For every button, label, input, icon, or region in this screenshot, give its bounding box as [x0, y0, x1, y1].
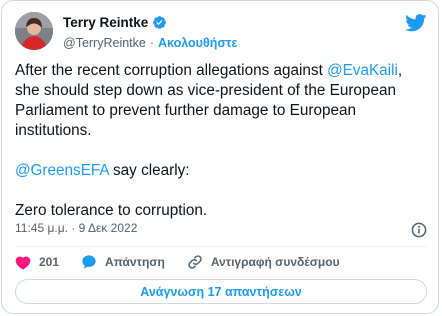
heart-icon	[15, 255, 31, 270]
tweet-header: Terry Reintke @TerryReintke · Ακολουθήστ…	[15, 12, 427, 52]
tweet-meta: 11:45 μ.μ. · 9 Δεκ 2022	[15, 221, 427, 239]
divider	[15, 246, 427, 247]
tweet-timestamp[interactable]: 11:45 μ.μ. · 9 Δεκ 2022	[15, 221, 137, 235]
copy-link-label: Αντιγραφή συνδέσμου	[210, 255, 340, 269]
read-replies-button[interactable]: Ανάγνωση 17 απαντήσεων	[15, 279, 427, 304]
verified-badge-icon	[152, 15, 167, 30]
action-bar: 201 Απάντηση Αντιγραφή συνδέσμου	[15, 253, 427, 271]
info-icon[interactable]	[411, 222, 427, 238]
text-segment: Zero tolerance to corruption.	[15, 202, 208, 219]
avatar[interactable]	[15, 12, 53, 50]
reply-button[interactable]: Απάντηση	[81, 254, 165, 270]
follow-link[interactable]: Ακολουθήστε	[158, 36, 237, 50]
reply-label: Απάντηση	[105, 255, 165, 269]
separator-dot: ·	[149, 36, 155, 50]
twitter-bird-icon[interactable]	[405, 14, 427, 32]
tweet-text: After the recent corruption allegations …	[15, 61, 429, 221]
mention-link[interactable]: @GreensEFA	[15, 162, 109, 179]
author-name[interactable]: Terry Reintke	[63, 15, 148, 30]
text-segment: say clearly:	[108, 162, 190, 179]
read-replies-label: Ανάγνωση 17 απαντήσεων	[140, 284, 302, 299]
mention-link[interactable]: @EvaKaili	[327, 62, 398, 79]
tweet-card: Terry Reintke @TerryReintke · Ακολουθήστ…	[1, 0, 439, 314]
like-button[interactable]: 201	[15, 255, 59, 270]
reply-bubble-icon	[82, 255, 96, 269]
author-info: Terry Reintke @TerryReintke · Ακολουθήστ…	[63, 14, 237, 51]
copy-link-button[interactable]: Αντιγραφή συνδέσμου	[187, 254, 340, 270]
author-handle[interactable]: @TerryReintke	[63, 36, 146, 50]
link-icon	[188, 255, 202, 269]
like-count: 201	[39, 255, 60, 269]
text-segment: After the recent corruption allegations …	[15, 62, 328, 79]
